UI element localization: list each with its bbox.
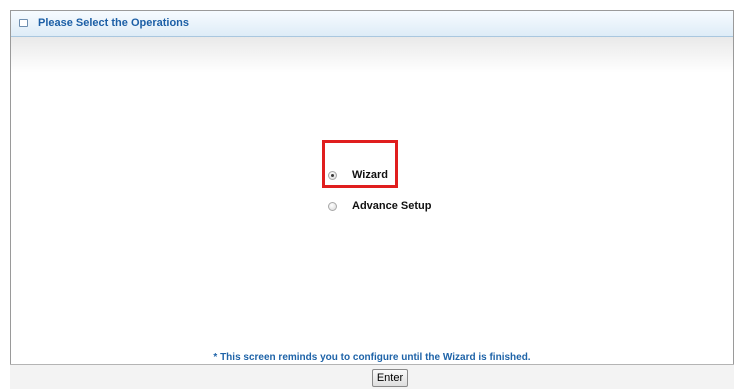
wizard-reminder-note: * This screen reminds you to configure u… xyxy=(213,352,531,363)
footer-bar: Enter xyxy=(10,364,734,389)
enter-button[interactable]: Enter xyxy=(372,369,408,387)
panel-footer-area: * This screen reminds you to configure u… xyxy=(10,10,734,389)
